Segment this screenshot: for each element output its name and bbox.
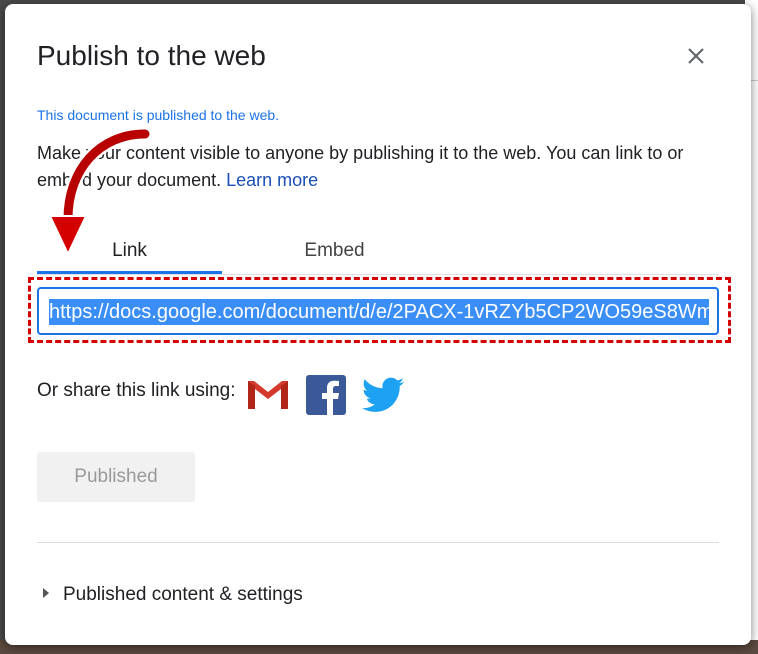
close-icon xyxy=(688,48,704,64)
tab-link[interactable]: Link xyxy=(37,232,222,274)
facebook-share-button[interactable] xyxy=(303,372,349,418)
publish-status: This document is published to the web. xyxy=(37,107,280,123)
gmail-icon xyxy=(248,381,288,409)
facebook-icon xyxy=(306,375,346,415)
gmail-share-button[interactable] xyxy=(245,372,291,418)
twitter-icon xyxy=(361,377,405,412)
twitter-share-button[interactable] xyxy=(360,372,406,418)
published-button[interactable]: Published xyxy=(37,452,195,502)
close-button[interactable] xyxy=(680,40,712,72)
tab-bar: Link Embed xyxy=(37,232,719,275)
description-text: Make your content visible to anyone by p… xyxy=(37,143,684,190)
caret-right-icon xyxy=(43,588,49,598)
published-link-text: https://docs.google.com/document/d/e/2PA… xyxy=(49,299,709,325)
description: Make your content visible to anyone by p… xyxy=(37,140,717,194)
published-settings-toggle[interactable]: Published content & settings xyxy=(43,584,303,606)
share-label: Or share this link using: xyxy=(37,380,236,401)
learn-more-link[interactable]: Learn more xyxy=(226,170,318,190)
divider xyxy=(37,542,719,543)
tab-embed[interactable]: Embed xyxy=(242,232,427,272)
publish-dialog: Publish to the web This document is publ… xyxy=(5,4,751,645)
settings-label: Published content & settings xyxy=(63,584,303,605)
dialog-title: Publish to the web xyxy=(37,40,266,71)
